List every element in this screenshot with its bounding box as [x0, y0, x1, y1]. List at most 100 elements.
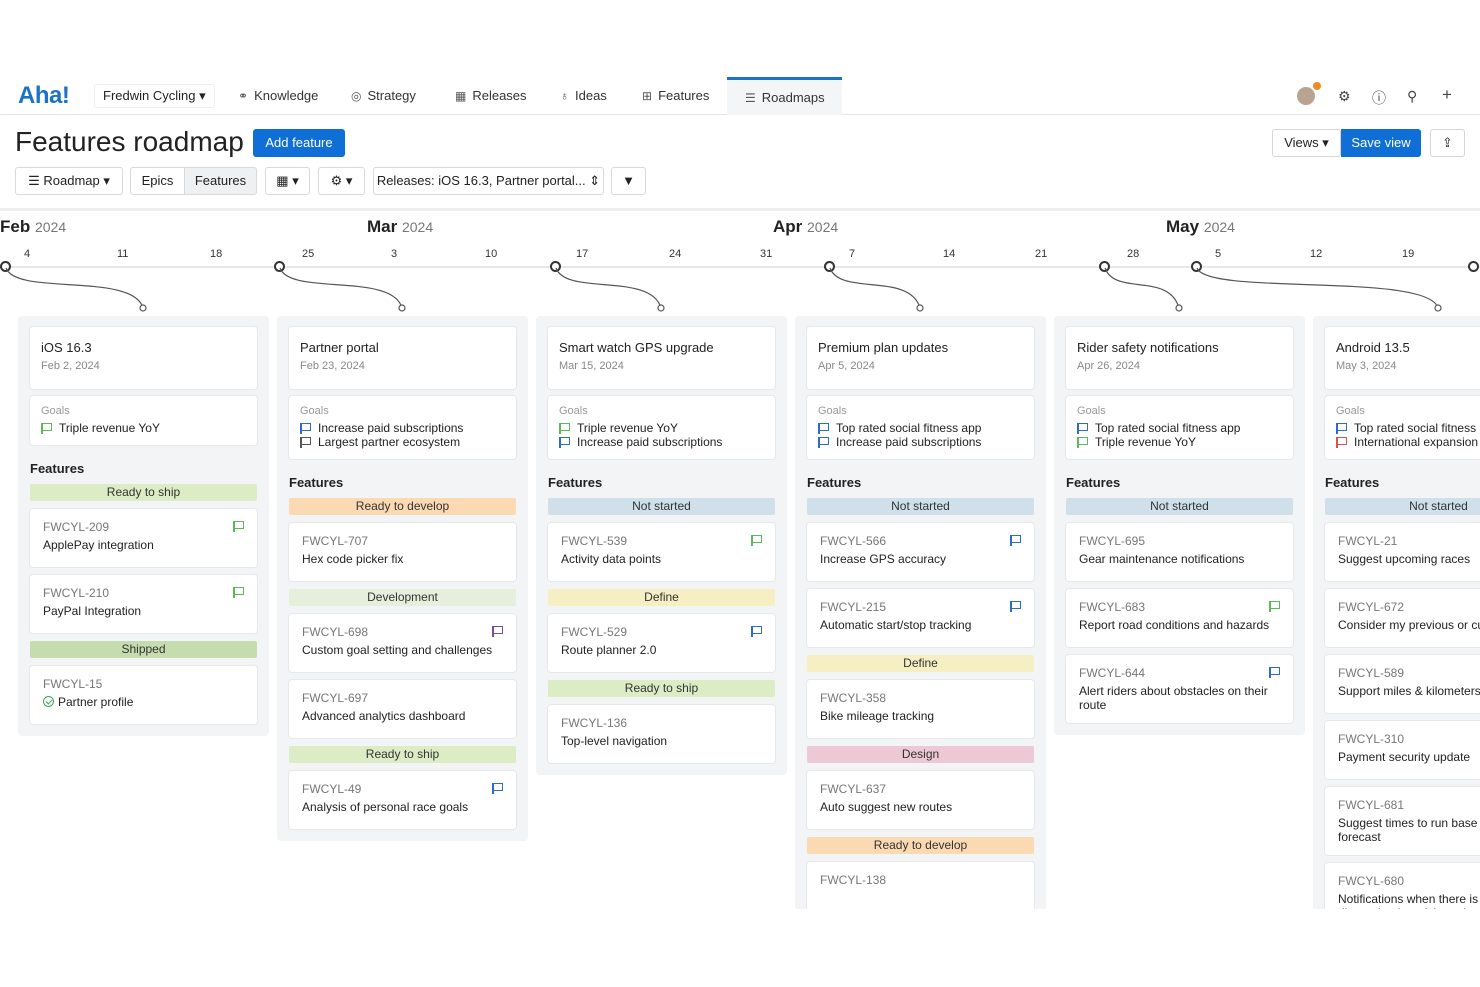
- feature-id: FWCYL-707: [302, 534, 369, 548]
- tab-roadmaps[interactable]: ☰ Roadmaps: [727, 77, 842, 115]
- gear-icon[interactable]: ⚙: [1338, 88, 1351, 105]
- feature-card[interactable]: FWCYL-681 Suggest times to run base weath…: [1325, 787, 1480, 855]
- release-card[interactable]: iOS 16.3 Feb 2, 2024: [30, 327, 257, 389]
- tab-features[interactable]: ⊞ Features: [642, 77, 709, 115]
- feature-card[interactable]: FWCYL-138: [807, 862, 1034, 909]
- feature-card[interactable]: FWCYL-209 ApplePay integration: [30, 509, 257, 567]
- roadmap-dropdown[interactable]: ☰ Roadmap ▾: [15, 167, 123, 195]
- feature-card[interactable]: FWCYL-529 Route planner 2.0: [548, 614, 775, 672]
- feature-card[interactable]: FWCYL-310 Payment security update: [1325, 721, 1480, 779]
- feature-card[interactable]: FWCYL-566 Increase GPS accuracy: [807, 523, 1034, 581]
- feature-card[interactable]: FWCYL-707 Hex code picker fix: [289, 523, 516, 581]
- release-connector: [5, 267, 144, 309]
- calendar-dropdown[interactable]: ▦ ▾: [265, 167, 310, 195]
- release-card[interactable]: Rider safety notifications Apr 26, 2024: [1066, 327, 1293, 389]
- goal-item[interactable]: Top rated social fitness app: [1077, 421, 1282, 435]
- goal-item[interactable]: Triple revenue YoY: [1077, 435, 1282, 449]
- aha-logo[interactable]: Aha!: [18, 82, 70, 110]
- month-label: Feb 2024: [0, 217, 66, 237]
- feature-id: FWCYL-21: [1338, 534, 1398, 548]
- feature-name-text: Activity data points: [561, 552, 662, 566]
- tab-knowledge[interactable]: ⚭ Knowledge: [238, 77, 318, 115]
- views-label: Views: [1284, 135, 1319, 150]
- feature-card[interactable]: FWCYL-695 Gear maintenance notifications: [1066, 523, 1293, 581]
- release-card[interactable]: Premium plan updates Apr 5, 2024: [807, 327, 1034, 389]
- settings-dropdown[interactable]: ⚙ ▾: [318, 167, 365, 195]
- release-column: Rider safety notifications Apr 26, 2024 Go…: [1054, 316, 1305, 735]
- release-card[interactable]: Android 13.5 May 3, 2024: [1325, 327, 1480, 389]
- feature-name-text: Report road conditions and hazards: [1079, 618, 1270, 632]
- goal-text: Triple revenue YoY: [577, 421, 678, 435]
- tab-strategy[interactable]: ◎ Strategy: [351, 77, 416, 115]
- feature-id: FWCYL-15: [43, 677, 103, 691]
- views-dropdown[interactable]: Views ▾: [1272, 129, 1341, 157]
- calendar-icon: ▦: [276, 173, 289, 188]
- goal-item[interactable]: Triple revenue YoY: [559, 421, 764, 435]
- lightbulb-icon: ♁: [560, 89, 569, 103]
- goal-item[interactable]: Increase paid subscriptions: [818, 435, 1023, 449]
- feature-card[interactable]: FWCYL-215 Automatic start/stop tracking: [807, 589, 1034, 647]
- feature-card[interactable]: FWCYL-539 Activity data points: [548, 523, 775, 581]
- status-band: Shipped: [30, 641, 257, 658]
- feature-card[interactable]: FWCYL-697 Advanced analytics dashboard: [289, 680, 516, 738]
- flag-icon: [41, 422, 52, 434]
- feature-card[interactable]: FWCYL-698 Custom goal setting and challen…: [289, 614, 516, 672]
- goal-item[interactable]: Triple revenue YoY: [41, 421, 246, 435]
- goal-text: Increase paid subscriptions: [836, 435, 982, 449]
- chevron-down-icon: ▾: [1322, 135, 1329, 150]
- feature-id: FWCYL-672: [1338, 600, 1405, 614]
- feature-id: FWCYL-529: [561, 625, 628, 639]
- goal-item[interactable]: Largest partner ecosystem: [300, 435, 505, 449]
- release-column: Smart watch GPS upgrade Mar 15, 2024 Goals…: [536, 316, 787, 775]
- feature-card[interactable]: FWCYL-680 Notifications when there is a d…: [1325, 863, 1480, 909]
- goal-item[interactable]: Increase paid subscriptions: [300, 421, 505, 435]
- workspace-selector[interactable]: Fredwin Cycling ▾: [94, 84, 215, 108]
- flag-icon: [751, 626, 762, 637]
- tab-ideas[interactable]: ♁ Ideas: [560, 77, 607, 115]
- grid-icon: ⊞: [642, 89, 653, 103]
- feature-card[interactable]: FWCYL-210 PayPal Integration: [30, 575, 257, 633]
- avatar[interactable]: [1297, 87, 1315, 105]
- tab-releases[interactable]: ▦ Releases: [455, 77, 527, 115]
- release-name: Partner portal: [300, 340, 379, 355]
- save-view-button[interactable]: Save view: [1341, 129, 1421, 157]
- features-toggle[interactable]: Features: [184, 167, 257, 195]
- feature-card[interactable]: FWCYL-15 Partner profile: [30, 666, 257, 724]
- feature-card[interactable]: FWCYL-672 Consider my previous or cu inju…: [1325, 589, 1480, 647]
- feature-id: FWCYL-210: [43, 586, 110, 600]
- filter-button[interactable]: ▼: [611, 167, 646, 195]
- feature-card[interactable]: FWCYL-637 Auto suggest new routes: [807, 771, 1034, 829]
- feature-card[interactable]: FWCYL-358 Bike mileage tracking: [807, 680, 1034, 738]
- feature-id: FWCYL-49: [302, 782, 362, 796]
- goal-item[interactable]: Top rated social fitness app: [818, 421, 1023, 435]
- add-feature-button[interactable]: Add feature: [253, 129, 345, 157]
- goal-item[interactable]: International expansion: [1336, 435, 1480, 449]
- month-year: 2024: [1203, 219, 1235, 235]
- goal-item[interactable]: Increase paid subscriptions: [559, 435, 764, 449]
- help-icon[interactable]: ⓘ: [1372, 88, 1386, 108]
- release-card[interactable]: Partner portal Feb 23, 2024: [289, 327, 516, 389]
- feature-name-text: Custom goal setting and challenges: [302, 643, 493, 657]
- flag-icon: [300, 422, 311, 434]
- feature-card[interactable]: FWCYL-589 Support miles & kilometers: [1325, 655, 1480, 713]
- feature-card[interactable]: FWCYL-21 Suggest upcoming races: [1325, 523, 1480, 581]
- feature-id: FWCYL-680: [1338, 874, 1405, 888]
- feature-name-text: Gear maintenance notifications: [1079, 552, 1245, 566]
- feature-id: FWCYL-637: [820, 782, 887, 796]
- release-card[interactable]: Smart watch GPS upgrade Mar 15, 2024: [548, 327, 775, 389]
- epics-toggle[interactable]: Epics: [130, 167, 185, 195]
- feature-card[interactable]: FWCYL-136 Top-level navigation: [548, 705, 775, 763]
- feature-card[interactable]: FWCYL-644 Alert riders about obstacles on…: [1066, 655, 1293, 723]
- status-band: Design: [807, 746, 1034, 763]
- releases-filter[interactable]: Releases: iOS 16.3, Partner portal... ⇕: [373, 167, 604, 195]
- month-year: 2024: [34, 219, 67, 235]
- plus-icon[interactable]: +: [1442, 85, 1452, 105]
- flag-icon: [492, 783, 503, 794]
- goal-item[interactable]: Top rated social fitness: [1336, 421, 1480, 435]
- feature-card[interactable]: FWCYL-683 Report road conditions and haza…: [1066, 589, 1293, 647]
- connector-anchor: [139, 304, 147, 312]
- tab-label: Strategy: [367, 88, 416, 103]
- search-icon[interactable]: ⚲: [1407, 88, 1417, 105]
- share-button[interactable]: ⇪: [1430, 129, 1465, 157]
- feature-card[interactable]: FWCYL-49 Analysis of personal race goals: [289, 771, 516, 829]
